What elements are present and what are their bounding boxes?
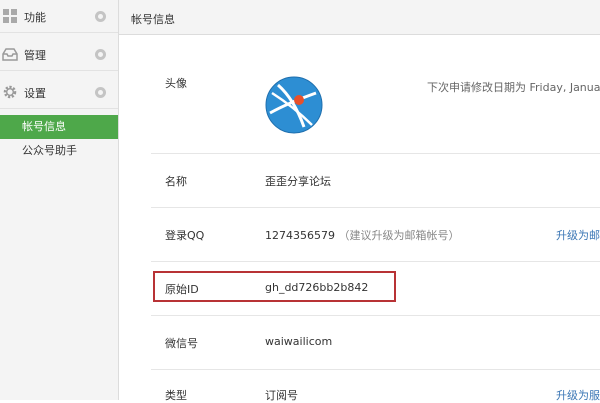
row-wechat-id: 微信号 waiwailicom [151,315,600,370]
qq-label: 登录QQ [165,229,205,242]
wechat-value: waiwailicom [265,335,333,348]
qq-upgrade-note: （建议升级为邮箱帐号） [338,229,460,242]
content-header: 帐号信息 [119,0,600,35]
wechat-label: 微信号 [165,337,198,350]
expand-toggle-icon[interactable] [95,49,106,60]
type-value: 订阅号 [265,389,298,402]
menu-group-label: 功能 [24,11,46,24]
row-login-qq: 登录QQ 1274356579 （建议升级为邮箱帐号） 升级为邮 [151,207,600,262]
avatar[interactable] [264,75,324,135]
original-id-highlight-box [153,271,396,302]
expand-toggle-icon[interactable] [95,87,106,98]
sidebar: 功能 管理 设置 帐号信息 公众号助手 [0,0,119,400]
inbox-icon [2,48,18,61]
modify-date-hint: 下次申请修改日期为 Friday, January 10 [427,81,600,94]
gear-icon [3,85,17,99]
menu-group-manage[interactable]: 管理 [0,38,118,71]
page-title: 帐号信息 [131,13,175,26]
row-avatar: 头像 下次申请修改日期为 Friday, January 10 [151,35,600,154]
avatar-label: 头像 [165,77,187,90]
row-name: 名称 歪歪分享论坛 [151,153,600,208]
name-label: 名称 [165,175,187,188]
menu-group-label: 管理 [24,49,46,62]
sidebar-item-account-info[interactable]: 帐号信息 [0,115,118,139]
qq-value: 1274356579 [265,229,335,242]
upgrade-service-link[interactable]: 升级为服 [556,387,600,403]
sidebar-item-assistant[interactable]: 公众号助手 [0,139,118,163]
menu-group-settings[interactable]: 设置 [0,76,118,109]
grid-icon [3,9,17,23]
expand-toggle-icon[interactable] [95,11,106,22]
name-value: 歪歪分享论坛 [265,175,331,188]
menu-group-features[interactable]: 功能 [0,0,118,33]
menu-group-label: 设置 [24,87,46,100]
qq-value-group: 1274356579 （建议升级为邮箱帐号） [265,227,460,243]
main-content: 帐号信息 头像 下次申请修改日期为 Friday, January 10 名称 … [119,0,600,403]
upgrade-email-link[interactable]: 升级为邮 [556,227,600,243]
row-type: 类型 订阅号 升级为服 [151,369,600,403]
type-label: 类型 [165,389,187,402]
